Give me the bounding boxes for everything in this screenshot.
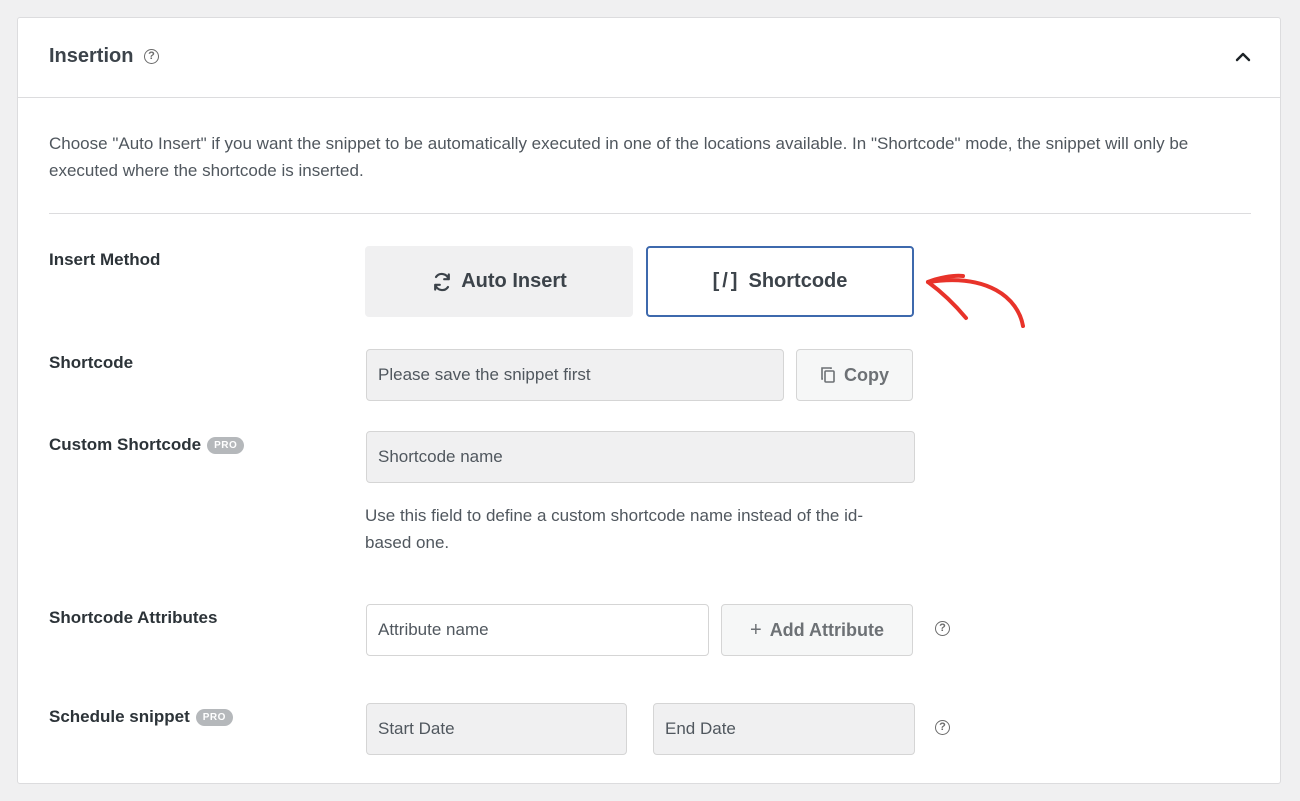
custom-shortcode-label-text: Custom Shortcode [49,435,202,454]
add-attribute-label: Add Attribute [769,619,884,640]
add-attribute-button[interactable]: + Add Attribute [721,604,913,656]
shortcode-label: Shortcode [49,353,134,372]
insert-method-label: Insert Method [49,250,161,269]
insertion-description: Choose "Auto Insert" if you want the sni… [49,134,1189,180]
shortcode-method-button[interactable]: [/] Shortcode [646,246,914,317]
schedule-snippet-label: Schedule snippet PRO [49,707,233,727]
question-circle-icon[interactable]: ? [935,720,950,735]
auto-insert-label: Auto Insert [461,270,567,292]
copy-label: Copy [844,364,889,385]
copy-icon [821,367,835,383]
pro-badge: PRO [207,437,245,454]
shortcode-method-label: Shortcode [748,270,848,292]
insertion-panel: Insertion ? Choose "Auto Insert" if you … [17,17,1281,784]
shortcode-brackets-icon: [/] [712,270,741,292]
panel-header[interactable]: Insertion ? [18,18,1280,98]
copy-button[interactable]: Copy [796,349,913,401]
custom-shortcode-input[interactable]: Shortcode name [366,431,915,483]
pro-badge: PRO [195,709,233,726]
plus-icon: + [750,618,762,641]
custom-shortcode-hint: Use this field to define a custom shortc… [365,506,863,552]
attribute-name-input[interactable]: Attribute name [366,604,709,656]
custom-shortcode-label: Custom Shortcode PRO [49,435,245,455]
divider [49,213,1251,214]
schedule-snippet-label-text: Schedule snippet [49,707,190,726]
annotation-arrow-icon [926,273,1025,328]
refresh-icon [434,272,451,291]
panel-title: Insertion [49,45,134,67]
start-date-input[interactable]: Start Date [366,703,627,755]
shortcode-attributes-label: Shortcode Attributes [49,608,218,627]
chevron-up-icon[interactable] [1234,48,1252,66]
shortcode-field[interactable]: Please save the snippet first [366,349,784,401]
auto-insert-button[interactable]: Auto Insert [365,246,633,317]
question-circle-icon[interactable]: ? [144,49,159,64]
end-date-input[interactable]: End Date [653,703,915,755]
question-circle-icon[interactable]: ? [935,621,950,636]
